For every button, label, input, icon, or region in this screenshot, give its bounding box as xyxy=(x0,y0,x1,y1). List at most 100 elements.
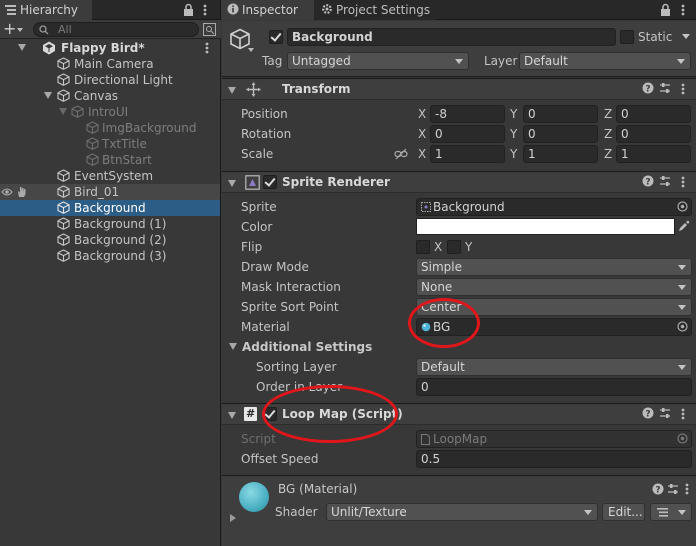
object-picker-icon[interactable] xyxy=(677,321,688,332)
rotation-label[interactable]: Rotation xyxy=(241,125,291,143)
hierarchy-item-scene[interactable]: Flappy Bird* xyxy=(0,40,220,56)
flip-label[interactable]: Flip xyxy=(241,238,262,256)
search-filter-icon[interactable] xyxy=(203,23,216,36)
offset-speed-label[interactable]: Offset Speed xyxy=(241,450,318,468)
expand-arrow-icon[interactable] xyxy=(18,44,26,51)
gameobject-large-icon[interactable] xyxy=(229,28,251,50)
position-z-label[interactable]: Z xyxy=(604,105,616,123)
component-menu-icon[interactable] xyxy=(681,83,685,95)
position-y-field[interactable]: 0 xyxy=(523,105,598,123)
loop-map-header[interactable]: # Loop Map (Script) ? xyxy=(222,403,696,425)
sprite-renderer-header[interactable]: Sprite Renderer ? xyxy=(222,171,696,193)
pickable-hand-icon[interactable] xyxy=(16,186,27,198)
preset-sliders-icon[interactable] xyxy=(659,175,671,187)
order-in-layer-label[interactable]: Order in Layer xyxy=(256,378,342,396)
object-name-field[interactable]: Background xyxy=(287,28,616,46)
rotation-y-field[interactable]: 0 xyxy=(523,125,598,143)
sprite-sort-point-label[interactable]: Sprite Sort Point xyxy=(241,298,339,316)
hierarchy-item-bird[interactable]: Bird_01 xyxy=(0,184,220,200)
rotation-x-field[interactable]: 0 xyxy=(430,125,505,143)
object-picker-icon[interactable] xyxy=(677,201,688,212)
help-icon[interactable]: ? xyxy=(642,407,654,419)
scale-y-label[interactable]: Y xyxy=(510,145,522,163)
tab-project-settings[interactable]: Project Settings xyxy=(316,0,436,20)
lock-icon[interactable] xyxy=(660,3,671,16)
foldout-arrow-icon[interactable] xyxy=(228,180,236,187)
foldout-arrow-icon[interactable] xyxy=(228,87,236,94)
edit-shader-button[interactable]: Edit... xyxy=(602,503,645,521)
hierarchy-item-background-selected[interactable]: Background xyxy=(0,200,220,216)
component-menu-icon[interactable] xyxy=(685,483,689,495)
add-dropdown-icon[interactable] xyxy=(17,28,23,32)
layer-dropdown[interactable]: Default xyxy=(519,52,691,70)
draw-mode-label[interactable]: Draw Mode xyxy=(241,258,309,276)
scene-menu-icon[interactable] xyxy=(205,42,209,54)
hierarchy-item-background-1[interactable]: Background (1) xyxy=(0,216,220,232)
additional-settings-label[interactable]: Additional Settings xyxy=(242,338,372,356)
additional-settings-foldout-icon[interactable] xyxy=(229,343,237,350)
scale-z-field[interactable]: 1 xyxy=(616,145,691,163)
flip-y-checkbox[interactable] xyxy=(447,240,461,254)
position-label[interactable]: Position xyxy=(241,105,288,123)
hierarchy-item-main-camera[interactable]: Main Camera xyxy=(0,56,220,72)
preset-sliders-icon[interactable] xyxy=(667,483,679,495)
shader-dropdown[interactable]: Unlit/Texture xyxy=(326,503,598,521)
icon-dropdown-icon[interactable] xyxy=(248,48,254,52)
more-menu-icon[interactable] xyxy=(681,4,685,16)
sorting-layer-dropdown[interactable]: Default xyxy=(416,358,692,376)
scale-x-label[interactable]: X xyxy=(418,145,430,163)
expand-arrow-icon[interactable] xyxy=(44,92,52,99)
scale-y-field[interactable]: 1 xyxy=(523,145,598,163)
sorting-layer-label[interactable]: Sorting Layer xyxy=(256,358,336,376)
expand-arrow-icon[interactable] xyxy=(59,108,67,115)
rotation-z-field[interactable]: 0 xyxy=(616,125,691,143)
material-foldout-icon[interactable] xyxy=(230,514,236,522)
rotation-z-label[interactable]: Z xyxy=(604,125,616,143)
sprite-object-field[interactable]: Background xyxy=(416,198,692,216)
eyedropper-icon[interactable] xyxy=(678,220,690,232)
static-dropdown-icon[interactable] xyxy=(682,34,690,39)
order-in-layer-field[interactable]: 0 xyxy=(416,378,692,396)
scale-z-label[interactable]: Z xyxy=(604,145,616,163)
sprite-label[interactable]: Sprite xyxy=(241,198,277,216)
component-menu-icon[interactable] xyxy=(681,176,685,188)
position-y-label[interactable]: Y xyxy=(510,105,522,123)
tab-hierarchy[interactable]: Hierarchy xyxy=(0,0,92,20)
hierarchy-item-directional-light[interactable]: Directional Light xyxy=(0,72,220,88)
constrain-proportions-link-icon[interactable] xyxy=(394,148,408,160)
hierarchy-item-background-2[interactable]: Background (2) xyxy=(0,232,220,248)
scale-label[interactable]: Scale xyxy=(241,145,273,163)
static-checkbox[interactable] xyxy=(620,30,634,44)
help-icon[interactable]: ? xyxy=(652,483,664,495)
more-menu-icon[interactable] xyxy=(203,4,207,16)
position-z-field[interactable]: 0 xyxy=(616,105,691,123)
help-icon[interactable]: ? xyxy=(642,175,654,187)
position-x-label[interactable]: X xyxy=(418,105,430,123)
mask-interaction-label[interactable]: Mask Interaction xyxy=(241,278,341,296)
search-input[interactable]: All xyxy=(33,22,199,37)
tag-dropdown[interactable]: Untagged xyxy=(287,52,469,70)
help-icon[interactable]: ? xyxy=(642,82,654,94)
flip-x-checkbox[interactable] xyxy=(416,240,430,254)
material-object-field[interactable]: BG xyxy=(416,318,692,336)
hierarchy-item-introui[interactable]: IntroUI xyxy=(0,104,220,120)
scale-x-field[interactable]: 1 xyxy=(430,145,505,163)
loop-map-enabled-checkbox[interactable] xyxy=(263,407,277,421)
hierarchy-item-canvas[interactable]: Canvas xyxy=(0,88,220,104)
draw-mode-dropdown[interactable]: Simple xyxy=(416,258,692,276)
hierarchy-item-background-3[interactable]: Background (3) xyxy=(0,248,220,264)
visibility-eye-icon[interactable] xyxy=(1,187,13,197)
material-label[interactable]: Material xyxy=(241,318,290,336)
offset-speed-field[interactable]: 0.5 xyxy=(416,450,692,468)
rotation-y-label[interactable]: Y xyxy=(510,125,522,143)
shader-options-button[interactable] xyxy=(650,503,692,521)
tab-inspector[interactable]: Inspector xyxy=(222,0,314,20)
hierarchy-item-eventsystem[interactable]: EventSystem xyxy=(0,168,220,184)
mask-interaction-dropdown[interactable]: None xyxy=(416,278,692,296)
position-x-field[interactable]: -8 xyxy=(430,105,505,123)
sprite-renderer-enabled-checkbox[interactable] xyxy=(263,175,277,189)
color-swatch[interactable] xyxy=(416,218,675,235)
add-button[interactable]: + xyxy=(3,20,16,38)
hierarchy-item-txttitle[interactable]: TxtTitle xyxy=(0,136,220,152)
component-menu-icon[interactable] xyxy=(681,408,685,420)
